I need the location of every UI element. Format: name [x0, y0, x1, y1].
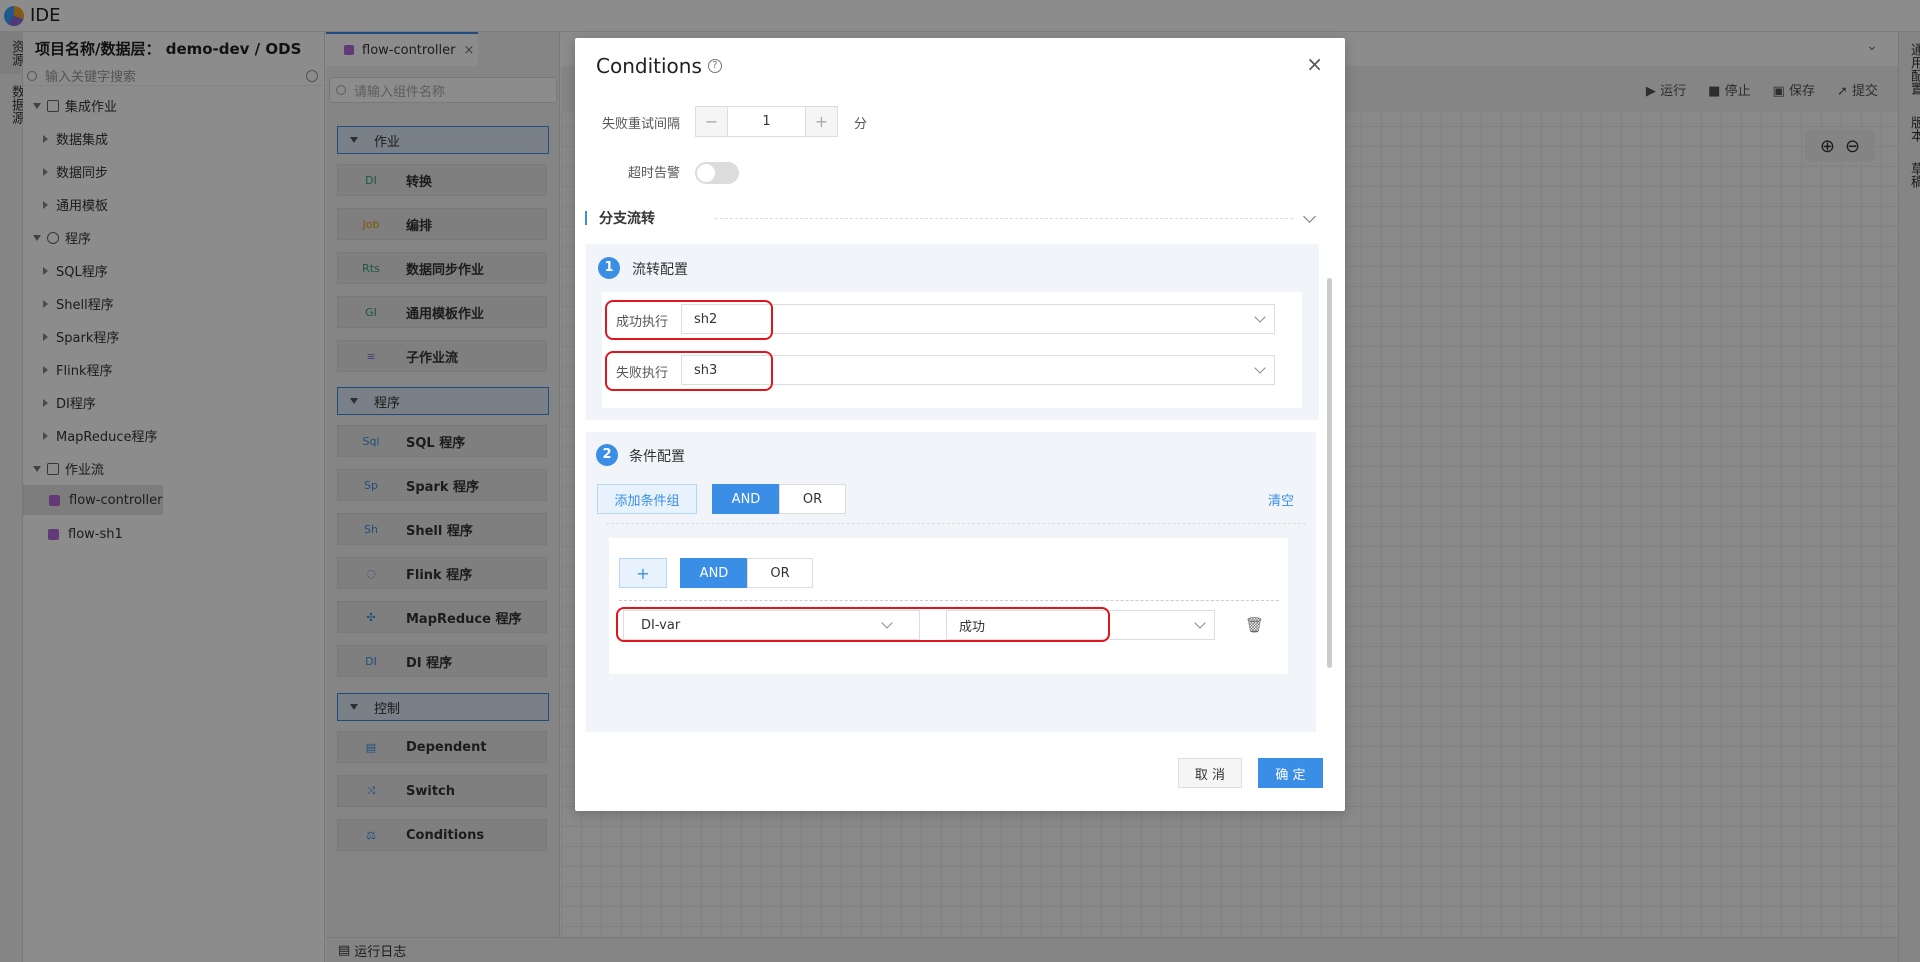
- timeout-alert-label: 超时告警: [628, 166, 681, 181]
- step-badge: 1: [598, 257, 620, 279]
- timeout-alert-toggle[interactable]: [695, 162, 739, 184]
- section-bar: [585, 211, 587, 225]
- decrement-button[interactable]: −: [696, 107, 727, 136]
- group-or-toggle[interactable]: OR: [747, 558, 813, 588]
- condition-config-title: 条件配置: [629, 449, 685, 465]
- trash-icon[interactable]: 🗑: [1245, 616, 1264, 634]
- flow-config-title: 流转配置: [632, 262, 688, 278]
- section-branch-flow[interactable]: 分支流转: [585, 206, 1320, 230]
- divider: [619, 600, 1279, 601]
- divider: [715, 217, 1293, 219]
- condition-group: + AND OR DI-var 成功 🗑: [609, 538, 1288, 674]
- retry-interval-label: 失败重试间隔: [602, 117, 681, 132]
- and-toggle[interactable]: AND: [712, 484, 780, 514]
- chevron-down-icon: [1194, 617, 1206, 629]
- chevron-down-icon: [1254, 311, 1266, 323]
- chevron-down-icon: [1254, 362, 1266, 374]
- chevron-down-icon[interactable]: [1303, 209, 1316, 223]
- step-badge: 2: [596, 444, 618, 466]
- add-condition-button[interactable]: +: [619, 558, 667, 588]
- add-condition-group-button[interactable]: 添加条件组: [597, 484, 697, 514]
- condition-config-panel: 2 条件配置 添加条件组 AND OR 清空 + AND OR DI-var 成…: [586, 432, 1316, 732]
- highlight-box: [605, 300, 773, 340]
- flow-config-panel: 1 流转配置 成功执行 sh2 失败执行 sh3: [586, 244, 1319, 420]
- help-icon[interactable]: ?: [707, 59, 722, 73]
- retry-unit-label: 分: [854, 117, 868, 132]
- or-toggle[interactable]: OR: [779, 484, 846, 514]
- group-and-toggle[interactable]: AND: [680, 558, 748, 588]
- divider: [606, 523, 1306, 524]
- increment-button[interactable]: +: [806, 107, 837, 136]
- dialog-title: Conditions ?: [596, 54, 722, 78]
- highlight-box: [605, 351, 773, 391]
- retry-interval-input[interactable]: 1: [727, 107, 806, 136]
- dialog-scrollbar[interactable]: [1327, 278, 1332, 668]
- conditions-dialog: Conditions ? × 失败重试间隔 − 1 + 分 超时告警 分支流转 …: [575, 38, 1345, 811]
- clear-button[interactable]: 清空: [1268, 490, 1294, 509]
- toggle-knob: [697, 164, 715, 182]
- retry-interval-stepper: − 1 +: [695, 106, 838, 137]
- cancel-button[interactable]: 取 消: [1178, 758, 1242, 788]
- close-icon[interactable]: ×: [1306, 52, 1323, 76]
- confirm-button[interactable]: 确 定: [1258, 758, 1323, 788]
- highlight-box: [616, 607, 1110, 642]
- flow-config-body: 成功执行 sh2 失败执行 sh3: [602, 292, 1302, 408]
